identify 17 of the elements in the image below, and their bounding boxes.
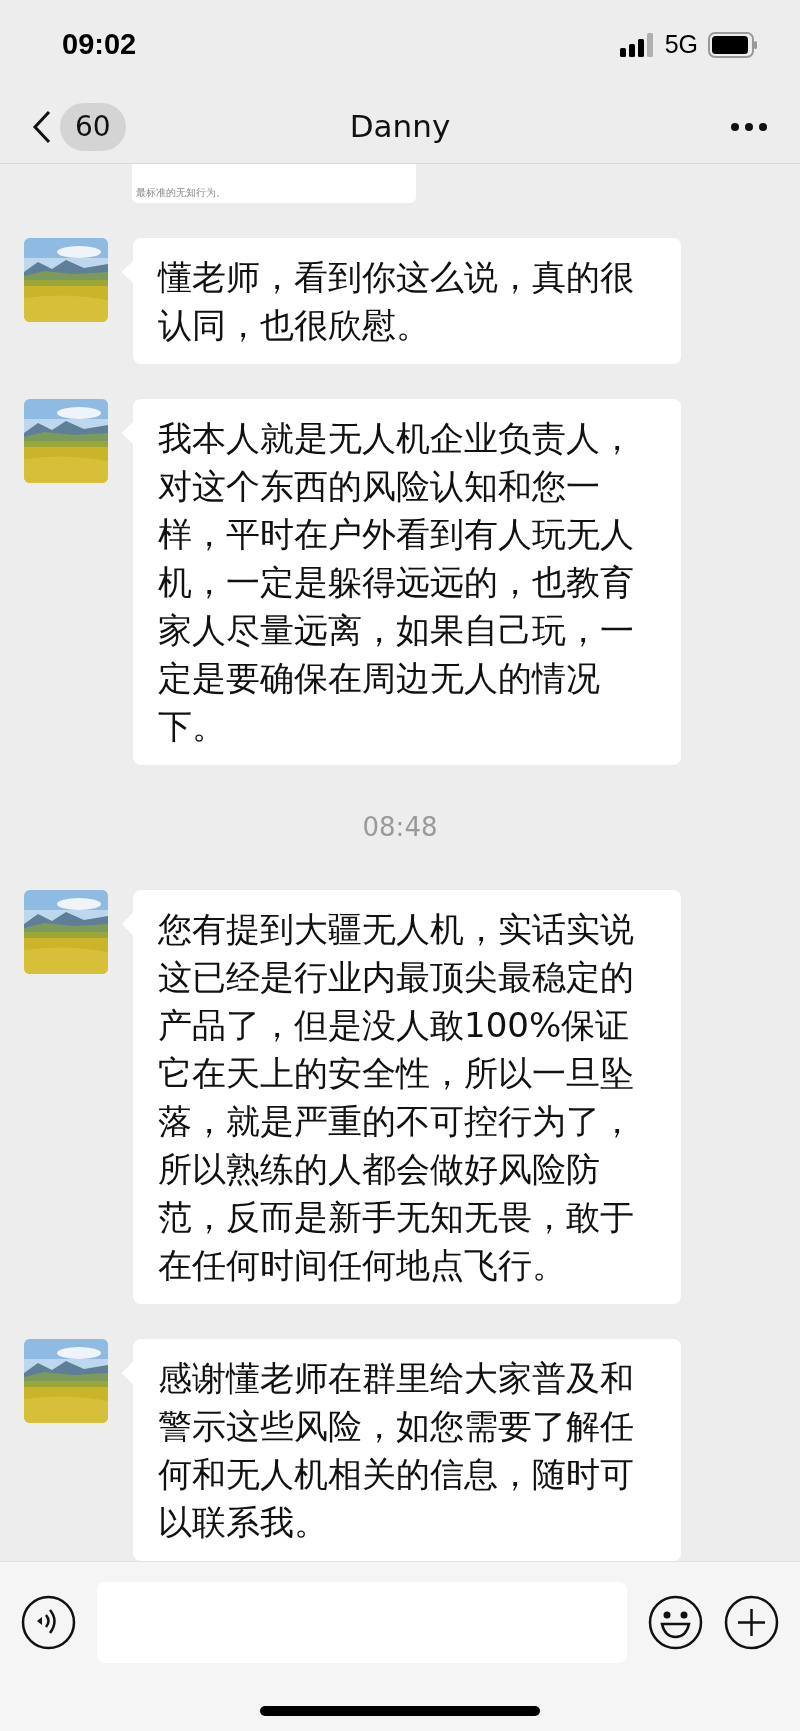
- message-bubble: 我本人就是无人机企业负责人，对这个东西的风险认知和您一样，平时在户外看到有人玩无人机，一定是躲得远远的，也教育家人尽量远离，如果自己玩，一定是要确保在周边无人的情况下。: [133, 399, 681, 766]
- add-icon[interactable]: [724, 1595, 779, 1651]
- status-time: 09:02: [62, 27, 137, 63]
- message-bubble: 感谢懂老师在群里给大家普及和警示这些风险，如您需要了解任何和无人机相关的信息，随时可以联系我。: [133, 1339, 681, 1562]
- back-icon[interactable]: [32, 109, 52, 144]
- timestamp: 08:48: [362, 811, 438, 845]
- unread-badge[interactable]: 60: [60, 102, 126, 151]
- more-icon[interactable]: [730, 121, 768, 132]
- emoji-icon[interactable]: [648, 1595, 703, 1651]
- chat-title: Danny: [349, 107, 451, 147]
- quoted-text: 最标准的无知行为。: [136, 186, 226, 201]
- voice-icon[interactable]: [21, 1595, 76, 1651]
- signal-icon: [619, 32, 655, 57]
- message-bubble: 懂老师，看到你这么说，真的很认同，也很欣慰。: [133, 238, 681, 365]
- message-bubble: 您有提到大疆无人机，实话实说这已经是行业内最顶尖最稳定的产品了，但是没人敢100%保证它在天上的安全性，所以一旦坠落，就是严重的不可控行为了，所以熟练的人都会做好风险防范，反而是新手无知无畏，敢于在任何时间任何地点飞行。: [133, 890, 681, 1305]
- network-label: 5G: [664, 29, 698, 61]
- battery-icon: [708, 31, 758, 58]
